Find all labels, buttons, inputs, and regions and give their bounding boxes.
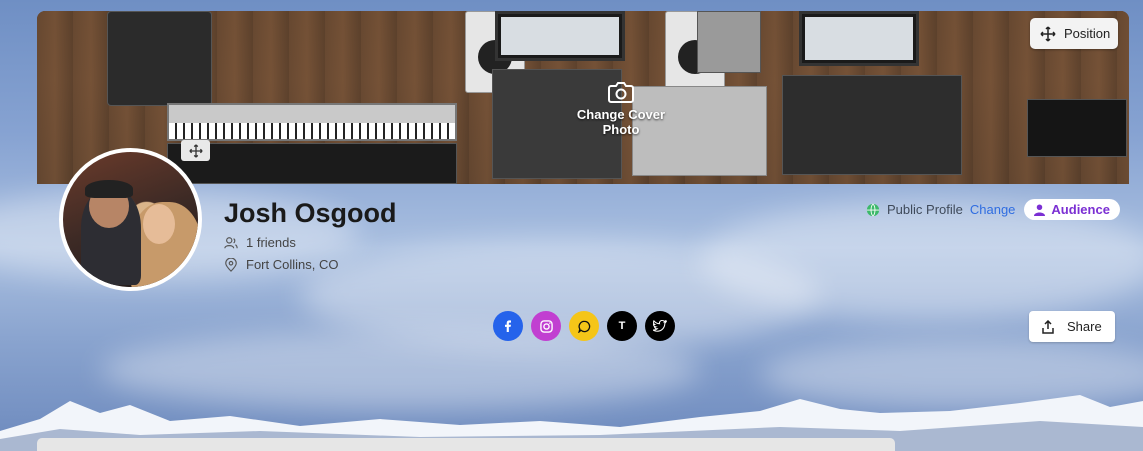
audience-button[interactable]: Audience bbox=[1024, 199, 1120, 220]
position-button[interactable]: Position bbox=[1030, 18, 1118, 49]
globe-icon bbox=[866, 203, 880, 216]
move-arrows-icon bbox=[1040, 25, 1056, 42]
tiktok-letter: T bbox=[618, 320, 626, 332]
avatar[interactable] bbox=[59, 148, 202, 291]
location-label: Fort Collins, CO bbox=[246, 257, 339, 272]
move-arrows-icon bbox=[188, 143, 203, 158]
share-label: Share bbox=[1067, 319, 1102, 334]
change-cover-photo-button[interactable]: Change Cover Photo bbox=[557, 81, 685, 137]
profile-name: Josh Osgood bbox=[224, 198, 397, 228]
privacy-controls: Public Profile Change Audience bbox=[866, 199, 1120, 220]
people-icon bbox=[224, 236, 238, 248]
location-pin-icon bbox=[225, 257, 237, 272]
content-card-edge bbox=[37, 438, 895, 451]
change-cover-photo-label: Change Cover Photo bbox=[576, 107, 666, 137]
audience-label: Audience bbox=[1051, 202, 1110, 217]
avatar-reposition-handle[interactable] bbox=[181, 140, 210, 161]
instagram-icon[interactable] bbox=[531, 311, 561, 341]
change-privacy-link[interactable]: Change bbox=[970, 202, 1016, 217]
social-links: T bbox=[493, 311, 675, 341]
chat-icon[interactable] bbox=[569, 311, 599, 341]
camera-icon bbox=[608, 82, 634, 103]
friends-count[interactable]: 1 friends bbox=[224, 235, 296, 250]
person-icon bbox=[1034, 204, 1046, 216]
share-button[interactable]: Share bbox=[1029, 311, 1115, 342]
friends-count-label: 1 friends bbox=[246, 235, 296, 250]
share-icon bbox=[1042, 319, 1054, 334]
position-label: Position bbox=[1064, 26, 1111, 41]
privacy-status: Public Profile bbox=[887, 202, 963, 217]
facebook-icon[interactable] bbox=[493, 311, 523, 341]
location: Fort Collins, CO bbox=[224, 257, 338, 272]
twitter-icon[interactable] bbox=[645, 311, 675, 341]
tiktok-icon[interactable]: T bbox=[607, 311, 637, 341]
